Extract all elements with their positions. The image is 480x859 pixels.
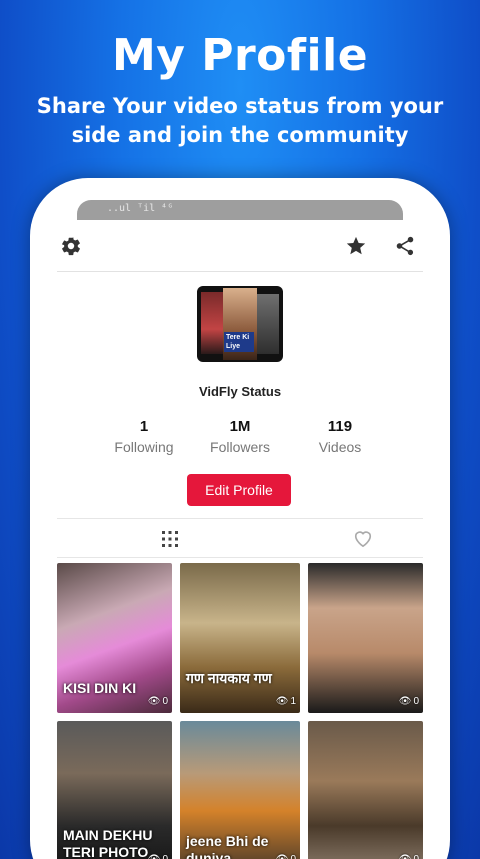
view-count-value: 0 — [413, 696, 419, 707]
phone-frame: ..ul ᵀil ⁴ᴳ Tere Ki Liye VidFly Status 1… — [30, 178, 450, 859]
view-count-value: 0 — [162, 854, 168, 859]
stat-followers[interactable]: 1M Followers — [195, 418, 285, 455]
share-icon[interactable] — [393, 234, 417, 258]
eye-icon: 👁 — [147, 696, 161, 707]
video-caption: गण नायकाय गण — [186, 670, 272, 686]
promo-title: My Profile — [111, 30, 369, 81]
stat-followers-value: 1M — [229, 418, 251, 435]
avatar-photo-right — [257, 294, 279, 354]
tabs-top-divider — [57, 518, 423, 519]
avatar-caption: Tere Ki Liye — [224, 332, 254, 352]
view-count-value: 0 — [413, 854, 419, 859]
view-count: 👁0 — [399, 696, 419, 707]
signal-indicator: ..ul ᵀil ⁴ᴳ — [107, 203, 174, 214]
video-thumbnail[interactable]: 👁0 — [308, 721, 423, 859]
view-count: 👁0 — [399, 854, 419, 859]
eye-icon: 👁 — [398, 696, 412, 707]
video-thumbnail[interactable]: KISI DIN KI 👁 0 — [57, 563, 172, 713]
promo-subtitle: Share Your video status from your side a… — [36, 94, 444, 147]
top-toolbar — [57, 220, 423, 272]
gear-icon[interactable] — [59, 234, 83, 258]
stat-following-label: Following — [114, 439, 174, 455]
stat-following[interactable]: 1 Following — [99, 418, 189, 455]
tabs-bottom-divider — [57, 557, 423, 558]
video-caption: KISI DIN KI — [63, 680, 137, 696]
avatar[interactable]: Tere Ki Liye — [197, 286, 283, 362]
stat-videos-value: 119 — [327, 418, 353, 435]
stat-following-value: 1 — [139, 418, 149, 435]
star-icon[interactable] — [344, 234, 368, 258]
status-bar: ..ul ᵀil ⁴ᴳ — [77, 200, 403, 220]
stat-videos[interactable]: 119 Videos — [295, 418, 385, 455]
view-count: 👁 1 — [276, 696, 296, 707]
profile-username: VidFly Status — [198, 384, 282, 399]
stat-videos-label: Videos — [318, 439, 362, 455]
eye-icon: 👁 — [399, 854, 412, 859]
eye-icon: 👁 — [148, 854, 161, 859]
view-count-value: 0 — [162, 696, 168, 707]
edit-profile-button[interactable]: Edit Profile — [187, 474, 291, 506]
video-thumbnail[interactable]: 👁0 — [308, 563, 423, 713]
video-thumbnail[interactable]: गण नायकाय गण 👁 1 — [180, 563, 300, 713]
video-grid: KISI DIN KI 👁 0 गण नायकाय गण 👁 1 👁 0 MAIN D… — [57, 563, 423, 859]
video-thumbnail[interactable]: jeene Bhi de duniya 👁0 — [180, 721, 300, 859]
view-count-value: 1 — [290, 696, 296, 707]
view-count-value: 0 — [290, 854, 296, 859]
avatar-photo-left — [201, 292, 223, 354]
view-count: 👁0 — [148, 854, 168, 859]
toolbar-divider — [57, 271, 423, 272]
video-thumbnail[interactable]: MAIN DEKHU TERI PHOTO 👁0 — [57, 721, 172, 859]
eye-icon: 👁 — [275, 696, 289, 707]
eye-icon: 👁 — [276, 854, 289, 859]
heart-icon[interactable] — [352, 527, 374, 549]
view-count: 👁0 — [276, 854, 296, 859]
view-count: 👁0 — [148, 696, 168, 707]
profile-screen: Tere Ki Liye VidFly Status 1 Following 1… — [57, 220, 423, 859]
stat-followers-label: Followers — [210, 439, 270, 455]
grid-icon[interactable] — [159, 528, 181, 550]
